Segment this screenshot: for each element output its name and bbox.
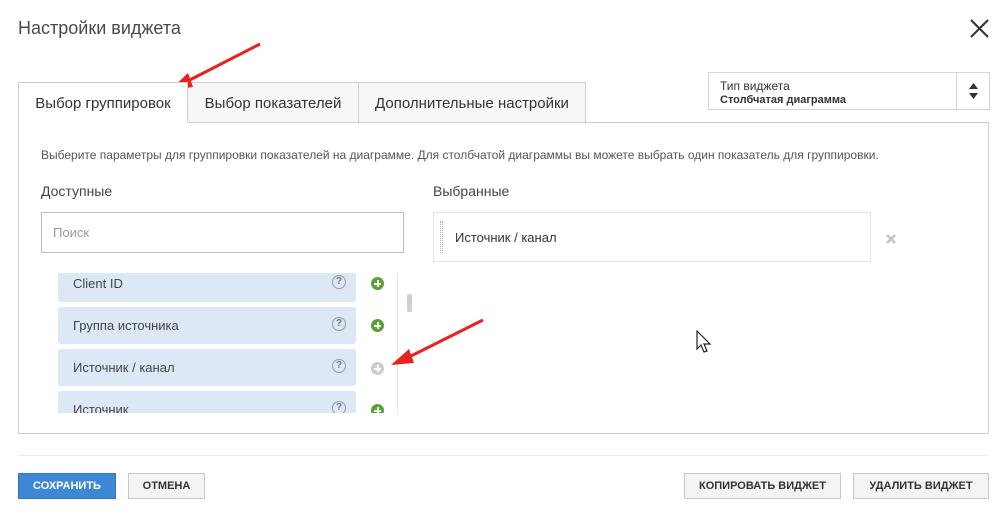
list-item-label: Client ID: [73, 276, 123, 291]
groupings-panel: Выберите параметры для группировки показ…: [18, 122, 989, 434]
list-item-label: Группа источника: [73, 318, 179, 333]
add-icon[interactable]: [371, 319, 384, 332]
available-label: Доступные: [41, 183, 113, 199]
close-icon[interactable]: [967, 16, 993, 42]
footer-divider: [18, 455, 989, 456]
tab-metrics[interactable]: Выбор показателей: [187, 82, 359, 123]
widget-type-select[interactable]: Тип виджета Столбчатая диаграмма: [708, 72, 990, 110]
list-item[interactable]: Источник ?: [58, 391, 356, 413]
help-icon[interactable]: ?: [332, 275, 346, 289]
drag-handle-icon[interactable]: [440, 221, 443, 253]
help-icon[interactable]: ?: [332, 401, 346, 413]
selected-item-label: Источник / канал: [455, 230, 557, 245]
list-item-label: Источник / канал: [73, 360, 175, 375]
widget-settings-dialog: Настройки виджета Тип виджета Столбчатая…: [0, 0, 1005, 514]
help-icon[interactable]: ?: [332, 317, 346, 331]
widget-type-label: Тип виджета: [720, 79, 790, 93]
delete-widget-button[interactable]: УДАЛИТЬ ВИДЖЕТ: [853, 473, 989, 499]
tab-additional-settings[interactable]: Дополнительные настройки: [358, 82, 586, 123]
widget-type-value: Столбчатая диаграмма: [720, 94, 847, 106]
mouse-cursor-icon: [696, 329, 712, 359]
selected-item[interactable]: Источник / канал: [433, 212, 871, 262]
search-input[interactable]: [41, 212, 404, 253]
list-item[interactable]: Группа источника ?: [58, 307, 356, 344]
list-item[interactable]: Источник / канал ?: [58, 349, 356, 386]
list-item-label: Источник: [73, 402, 129, 413]
list-item[interactable]: Client ID ?: [58, 273, 356, 302]
copy-widget-button[interactable]: КОПИРОВАТЬ ВИДЖЕТ: [684, 473, 841, 499]
add-icon[interactable]: [371, 277, 384, 290]
tab-additional-settings-label: Дополнительные настройки: [375, 95, 569, 112]
cancel-button[interactable]: ОТМЕНА: [128, 473, 205, 499]
tab-metrics-label: Выбор показателей: [204, 95, 342, 112]
dialog-title: Настройки виджета: [18, 18, 181, 38]
help-icon[interactable]: ?: [332, 359, 346, 373]
panel-hint: Выберите параметры для группировки показ…: [41, 148, 879, 162]
list-scrollbar[interactable]: [407, 294, 412, 312]
available-list: Client ID ? Группа источника ? Источник …: [41, 273, 396, 413]
remove-icon[interactable]: [885, 232, 897, 244]
add-icon[interactable]: [371, 404, 384, 413]
tab-groupings[interactable]: Выбор группировок: [18, 82, 188, 123]
sort-arrows-icon[interactable]: [956, 73, 989, 109]
list-scroll-track[interactable]: [397, 273, 398, 413]
add-icon-disabled: [371, 362, 384, 375]
tab-groupings-label: Выбор группировок: [35, 95, 171, 112]
save-button[interactable]: СОХРАНИТЬ: [18, 473, 116, 499]
selected-label: Выбранные: [433, 183, 510, 199]
